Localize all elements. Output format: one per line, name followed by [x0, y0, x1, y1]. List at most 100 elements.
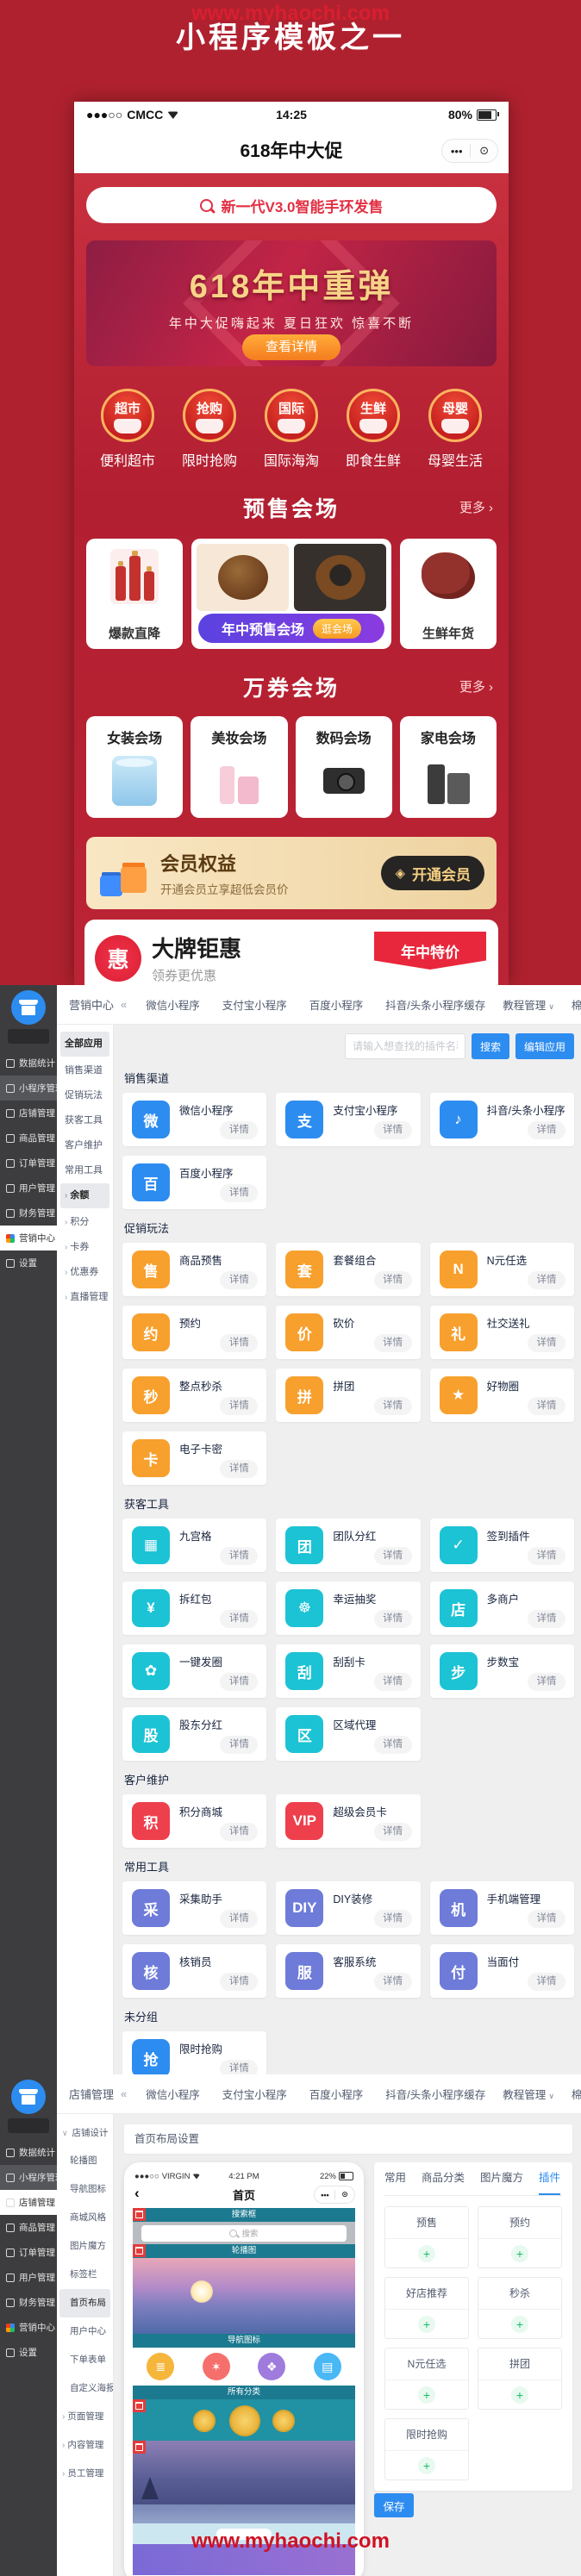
- plugin-card[interactable]: 店 多商户 详情: [430, 1581, 574, 1635]
- plugin-card[interactable]: 百 百度小程序 详情: [122, 1156, 266, 1209]
- plugin-card[interactable]: N N元任选 详情: [430, 1243, 574, 1296]
- detail-button[interactable]: 详情: [220, 1610, 258, 1628]
- plugin-card[interactable]: ♪ 抖音/头条小程序 详情: [430, 1093, 574, 1146]
- detail-button[interactable]: 详情: [220, 1823, 258, 1841]
- sidebar-item[interactable]: 店铺管理: [0, 1101, 57, 1126]
- plugin-group-item[interactable]: ›优惠券: [57, 1260, 113, 1285]
- coupon-hall-card[interactable]: 家电会场: [400, 716, 497, 818]
- delete-icon[interactable]: [133, 2208, 146, 2221]
- panel-tab[interactable]: 商品分类: [422, 2162, 465, 2193]
- design-menu-group[interactable]: ›员工管理: [57, 2460, 113, 2488]
- plugin-card[interactable]: 支 支付宝小程序 详情: [276, 1093, 420, 1146]
- wechat-capsule[interactable]: ••• ⊙: [441, 139, 498, 163]
- plugin-card[interactable]: 区 区域代理 详情: [276, 1707, 420, 1761]
- nav-icons-block[interactable]: 导航图标 ≣✶❖▤: [133, 2334, 355, 2386]
- open-member-button[interactable]: ◈ 开通会员: [381, 856, 484, 890]
- detail-button[interactable]: 详情: [374, 1271, 412, 1289]
- detail-button[interactable]: 详情: [374, 1736, 412, 1754]
- design-menu-item[interactable]: 自定义海报: [57, 2374, 113, 2403]
- detail-button[interactable]: 详情: [528, 1547, 565, 1565]
- detail-button[interactable]: 详情: [374, 1334, 412, 1352]
- platform-tab[interactable]: 百度小程序: [309, 2086, 364, 2102]
- plugin-search-input[interactable]: [345, 1033, 465, 1059]
- detail-button[interactable]: 详情: [220, 2060, 258, 2074]
- plugin-card[interactable]: ✿ 一键发圈 详情: [122, 1644, 266, 1698]
- categories-block[interactable]: 所有分类: [133, 2386, 355, 2399]
- plugin-card[interactable]: 机 手机端管理 详情: [430, 1881, 574, 1935]
- sidebar-item[interactable]: 数据统计: [0, 1051, 57, 1076]
- coupons-more-link[interactable]: 更多 ›: [459, 677, 493, 695]
- category-item[interactable]: 生鲜 即食生鲜: [335, 389, 411, 470]
- coupon-hall-card[interactable]: 数码会场: [296, 716, 392, 818]
- sidebar-item[interactable]: 数据统计: [0, 2140, 57, 2165]
- delete-icon[interactable]: [133, 2244, 146, 2257]
- detail-button[interactable]: 详情: [528, 1910, 565, 1928]
- store-logo[interactable]: [11, 2080, 46, 2114]
- cache-button[interactable]: 缓存: [464, 996, 485, 1013]
- sidebar-item[interactable]: 用户管理: [0, 2265, 57, 2290]
- sidebar-item[interactable]: 订单管理: [0, 1151, 57, 1176]
- detail-button[interactable]: 详情: [374, 1910, 412, 1928]
- sidebar-item[interactable]: 订单管理: [0, 2240, 57, 2265]
- collapse-icon[interactable]: «: [121, 998, 127, 1011]
- nav-icon-item[interactable]: ✶: [203, 2353, 230, 2380]
- close-target-icon[interactable]: ⊙: [479, 144, 489, 158]
- detail-button[interactable]: 详情: [220, 1460, 258, 1478]
- detail-button[interactable]: 详情: [528, 1334, 565, 1352]
- plugin-card[interactable]: VIP 超级会员卡 详情: [276, 1794, 420, 1848]
- plugin-card[interactable]: 套 套餐组合 详情: [276, 1243, 420, 1296]
- plugin-category-item[interactable]: 常用工具: [57, 1158, 113, 1183]
- delete-icon[interactable]: [133, 2441, 146, 2454]
- sidebar-item[interactable]: 商品管理: [0, 2215, 57, 2240]
- detail-button[interactable]: 详情: [374, 1610, 412, 1628]
- presale-more-link[interactable]: 更多 ›: [459, 498, 493, 516]
- category-item[interactable]: 母婴 母婴生活: [417, 389, 493, 470]
- plugin-card[interactable]: 积 积分商城 详情: [122, 1794, 266, 1848]
- night-banner-block[interactable]: [133, 2441, 355, 2544]
- design-menu-group[interactable]: ›内容管理: [57, 2431, 113, 2460]
- visit-hall-badge[interactable]: 逛会场: [313, 619, 361, 639]
- plugin-card[interactable]: DIY DIY装修 详情: [276, 1881, 420, 1935]
- detail-button[interactable]: 详情: [374, 1823, 412, 1841]
- category-item[interactable]: 抢购 限时抢购: [172, 389, 247, 470]
- plugin-card[interactable]: 卡 电子卡密 详情: [122, 1431, 266, 1485]
- platform-tab[interactable]: 抖音/头条小程序: [385, 2086, 464, 2102]
- plugin-category-item[interactable]: 获客工具: [57, 1108, 113, 1133]
- panel-tab[interactable]: 图片魔方: [480, 2162, 523, 2193]
- design-menu-group[interactable]: ›页面管理: [57, 2403, 113, 2431]
- design-menu-item[interactable]: 图片魔方: [57, 2232, 113, 2261]
- detail-button[interactable]: 详情: [220, 1547, 258, 1565]
- plugin-card[interactable]: 微 微信小程序 详情: [122, 1093, 266, 1146]
- platform-tab[interactable]: 支付宝小程序: [222, 2086, 287, 2102]
- detail-button[interactable]: 详情: [374, 1973, 412, 1991]
- detail-button[interactable]: 详情: [220, 1397, 258, 1415]
- detail-button[interactable]: 详情: [374, 1673, 412, 1691]
- nav-icon-item[interactable]: ▤: [314, 2353, 341, 2380]
- plugin-card[interactable]: ★ 好物圈 详情: [430, 1369, 574, 1422]
- platform-tab[interactable]: 微信小程序: [146, 2086, 200, 2102]
- coins-banner-block[interactable]: [133, 2399, 355, 2441]
- back-icon[interactable]: ‹: [134, 2185, 140, 2202]
- plugin-group-item[interactable]: ›余额: [60, 1183, 109, 1208]
- promo-banner[interactable]: 618年中重弹 年中大促嗨起来 夏日狂欢 惊喜不断 查看详情: [86, 240, 497, 366]
- plugin-category-item[interactable]: 促销玩法: [57, 1083, 113, 1108]
- plugin-card[interactable]: 服 客服系统 详情: [276, 1944, 420, 1998]
- search-button[interactable]: 搜索: [472, 1033, 509, 1059]
- platform-tab[interactable]: 百度小程序: [309, 996, 364, 1013]
- design-menu-item[interactable]: 首页布局: [59, 2289, 110, 2317]
- detail-button[interactable]: 详情: [528, 1271, 565, 1289]
- plugin-card[interactable]: 拼 拼团 详情: [276, 1369, 420, 1422]
- plugin-card[interactable]: 团 团队分红 详情: [276, 1519, 420, 1572]
- tutorial-menu[interactable]: 教程管理∨: [503, 996, 554, 1013]
- edit-apps-button[interactable]: 编辑应用: [515, 1033, 574, 1059]
- plugin-card[interactable]: 约 预约 详情: [122, 1306, 266, 1359]
- plugin-card[interactable]: ¥ 拆红包 详情: [122, 1581, 266, 1635]
- plugin-card[interactable]: 秒 整点秒杀 详情: [122, 1369, 266, 1422]
- design-menu-item[interactable]: 商城风格: [57, 2204, 113, 2232]
- category-item[interactable]: 超市 便利超市: [90, 389, 166, 470]
- add-component-button[interactable]: +: [385, 2310, 468, 2339]
- detail-button[interactable]: 详情: [374, 1547, 412, 1565]
- plugin-card[interactable]: ☸ 幸运抽奖 详情: [276, 1581, 420, 1635]
- sidebar-item[interactable]: 用户管理: [0, 1176, 57, 1201]
- plugin-card[interactable]: 步 步数宝 详情: [430, 1644, 574, 1698]
